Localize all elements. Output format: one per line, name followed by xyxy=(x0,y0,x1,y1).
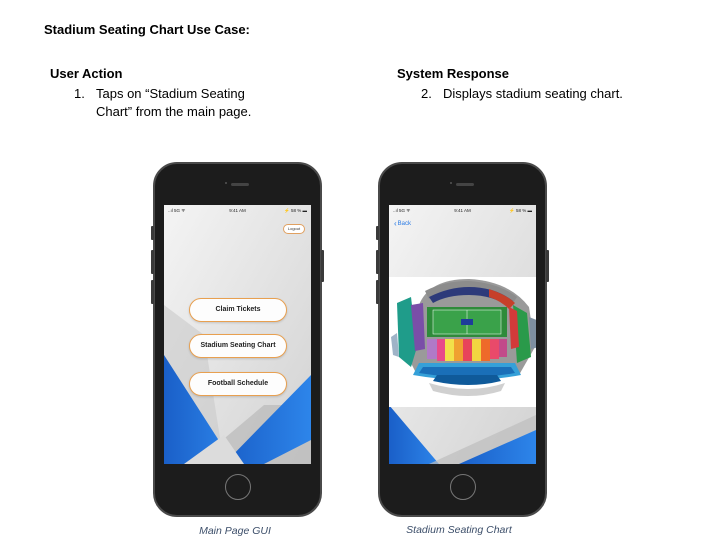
battery-indicator: ⚡ 58 % ▬ xyxy=(509,208,532,213)
user-step-line1: Taps on “Stadium Seating xyxy=(96,86,245,101)
user-action-heading: User Action xyxy=(50,66,123,81)
battery-indicator: ⚡ 58 % ▬ xyxy=(284,208,307,213)
main-page-phone: ..ıl 5G ᯤ 9:41 AM ⚡ 58 % ▬ Logout Claim … xyxy=(151,162,324,517)
main-page-screen: ..ıl 5G ᯤ 9:41 AM ⚡ 58 % ▬ Logout Claim … xyxy=(164,205,311,464)
phone-earpiece xyxy=(456,183,474,186)
system-step-2: 2. Displays stadium seating chart. xyxy=(421,85,623,103)
system-response-heading: System Response xyxy=(397,66,509,81)
home-button[interactable] xyxy=(450,474,476,500)
home-button[interactable] xyxy=(225,474,251,500)
seating-chart-phone: ..ıl 5G ᯤ 9:41 AM ⚡ 58 % ▬ ‹Back xyxy=(376,162,549,517)
phone-side-button xyxy=(376,226,379,240)
phone-side-button xyxy=(151,280,154,304)
phone-side-button xyxy=(151,226,154,240)
phone-side-button xyxy=(546,250,549,282)
back-button[interactable]: ‹Back xyxy=(394,219,411,228)
stadium-seating-map[interactable] xyxy=(389,277,536,407)
phone-earpiece xyxy=(231,183,249,186)
phone-camera xyxy=(450,182,452,184)
status-bar: ..ıl 5G ᯤ 9:41 AM ⚡ 58 % ▬ xyxy=(389,205,536,217)
football-schedule-button[interactable]: Football Schedule xyxy=(189,372,287,396)
main-page-caption: Main Page GUI xyxy=(199,525,271,537)
status-bar: ..ıl 5G ᯤ 9:41 AM ⚡ 58 % ▬ xyxy=(164,205,311,217)
phone-side-button xyxy=(321,250,324,282)
document-title: Stadium Seating Chart Use Case: xyxy=(44,22,250,37)
phone-side-button xyxy=(376,250,379,274)
claim-tickets-button[interactable]: Claim Tickets xyxy=(189,298,287,322)
seating-chart-screen: ..ıl 5G ᯤ 9:41 AM ⚡ 58 % ▬ ‹Back xyxy=(389,205,536,464)
chevron-left-icon: ‹ xyxy=(394,219,397,228)
phone-side-button xyxy=(151,250,154,274)
system-step-text: Displays stadium seating chart. xyxy=(443,86,623,101)
user-step-1-continued: Chart” from the main page. xyxy=(96,104,252,119)
stadium-seating-chart-button[interactable]: Stadium Seating Chart xyxy=(189,334,287,358)
seating-chart-caption: Stadium Seating Chart xyxy=(406,524,512,536)
phone-side-button xyxy=(376,280,379,304)
back-label: Back xyxy=(397,221,412,227)
user-step-1: 1. Taps on “Stadium Seating xyxy=(74,85,245,103)
system-step-number: 2. xyxy=(421,86,432,101)
logout-button[interactable]: Logout xyxy=(283,224,305,234)
phone-camera xyxy=(225,182,227,184)
user-step-number: 1. xyxy=(74,86,85,101)
